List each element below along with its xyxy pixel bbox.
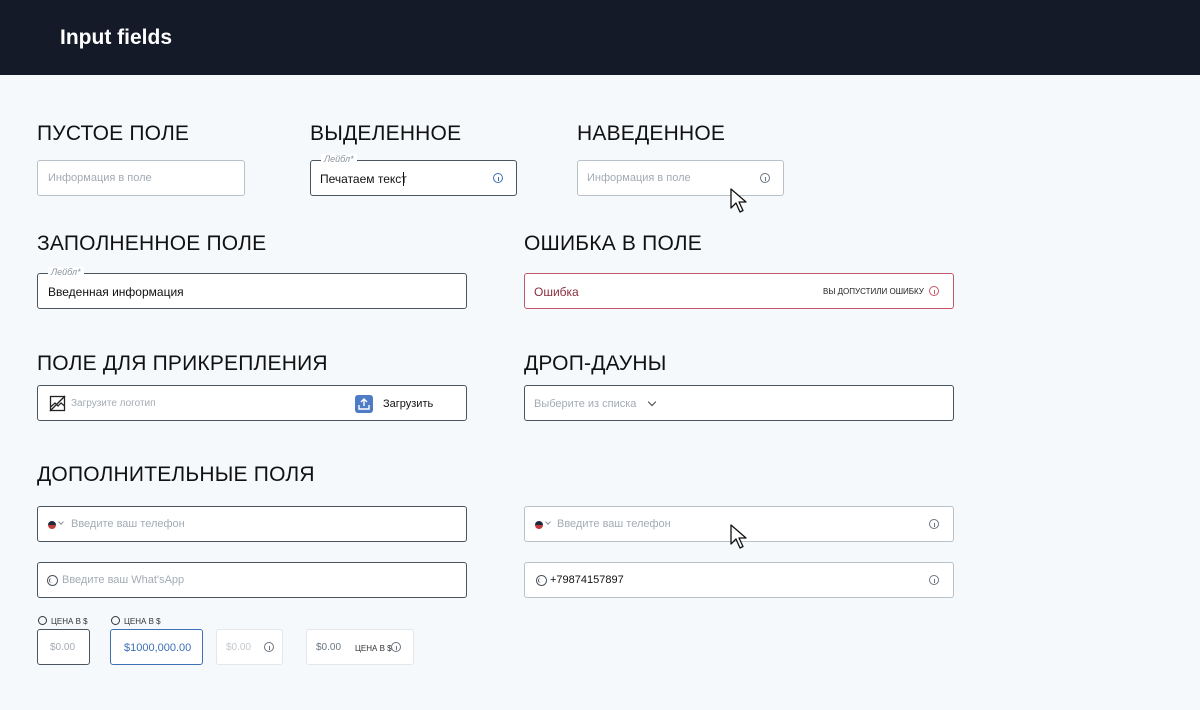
whatsapp-input-value: +79874157897 (550, 574, 624, 586)
price-placeholder: $0.00 (50, 642, 76, 653)
info-icon[interactable] (391, 642, 401, 652)
section-title-filled: ЗАПОЛНЕННОЕ ПОЛЕ (37, 232, 267, 255)
price-value: $1000,000.00 (124, 642, 192, 654)
error-info-icon[interactable] (929, 286, 939, 296)
phone-input-placeholder: Введите ваш телефон (71, 518, 185, 530)
attach-input-placeholder: Загрузите логотип (71, 398, 156, 409)
dropdown-select[interactable]: Выберите из списка (524, 385, 954, 421)
price-placeholder: $0.00 (316, 642, 342, 653)
filled-input-label: Лейбл* (48, 267, 84, 277)
mouse-pointer-icon (730, 524, 747, 549)
page-title: Input fields (60, 26, 172, 49)
phone-input[interactable]: Введите ваш телефон (37, 506, 467, 542)
section-title-hovered: НАВЕДЕННОЕ (577, 122, 726, 145)
error-input-value: Ошибка (534, 285, 579, 299)
chevron-down-icon[interactable] (647, 397, 657, 407)
no-image-icon (49, 395, 66, 412)
price-info-icon[interactable] (38, 616, 47, 625)
phone-input-placeholder: Введите ваш телефон (557, 518, 671, 530)
whatsapp-icon (536, 575, 547, 586)
hovered-input[interactable]: Информация в поле (577, 160, 784, 196)
upload-icon[interactable] (355, 395, 373, 413)
error-message: вы допустили ошибку (823, 287, 924, 296)
price-info-icon[interactable] (111, 616, 120, 625)
country-flag-icon[interactable] (48, 521, 56, 529)
chevron-down-icon[interactable] (58, 519, 64, 525)
error-input[interactable]: Ошибка вы допустили ошибку (524, 273, 954, 309)
empty-input-placeholder: Информация в поле (48, 172, 152, 184)
price-input-empty[interactable]: $0.00 (37, 629, 90, 665)
section-title-selected: ВЫДЕЛЕННОЕ (310, 122, 462, 145)
section-title-dropdowns: ДРОП-ДАУНЫ (524, 352, 667, 375)
info-icon[interactable] (264, 642, 274, 652)
page-header: Input fields (0, 0, 1200, 75)
whatsapp-input[interactable]: Введите ваш What'sApp (37, 562, 467, 598)
section-title-empty: ПУСТОЕ ПОЛЕ (37, 122, 190, 145)
section-title-extra: ДОПОЛНИТЕЛЬНЫЕ ПОЛЯ (37, 463, 315, 486)
mouse-pointer-icon (730, 188, 747, 213)
hovered-input-placeholder: Информация в поле (587, 172, 691, 184)
price-inline-caption: ЦЕНА В $ (355, 644, 392, 653)
section-title-attach: ПОЛЕ ДЛЯ ПРИКРЕПЛЕНИЯ (37, 352, 328, 375)
price-caption: ЦЕНА В $ (124, 617, 161, 626)
whatsapp-input-placeholder: Введите ваш What'sApp (62, 574, 185, 586)
selected-input[interactable]: Лейбл* Печатаем текст (310, 154, 517, 196)
whatsapp-icon (47, 575, 58, 586)
text-caret (403, 172, 404, 186)
info-icon[interactable] (760, 173, 770, 183)
chevron-down-icon[interactable] (545, 519, 551, 525)
filled-input[interactable]: Лейбл* Введенная информация (37, 267, 467, 309)
country-flag-icon[interactable] (535, 521, 543, 529)
price-input-filled[interactable]: $1000,000.00 (110, 629, 203, 665)
filled-input-value: Введенная информация (48, 285, 184, 299)
empty-input[interactable]: Информация в поле (37, 160, 245, 196)
section-title-error: ОШИБКА В ПОЛЕ (524, 232, 702, 255)
selected-input-value: Печатаем текст (320, 172, 407, 186)
selected-input-label: Лейбл* (321, 154, 357, 164)
info-icon[interactable] (493, 173, 503, 183)
price-input-disabled[interactable]: $0.00 (216, 629, 283, 665)
upload-button[interactable]: Загрузить (383, 398, 433, 410)
info-icon[interactable] (929, 519, 939, 529)
attach-input[interactable]: Загрузите логотип Загрузить (37, 385, 467, 421)
price-input-inline-label[interactable]: $0.00 ЦЕНА В $ (306, 629, 414, 665)
whatsapp-input-filled[interactable]: +79874157897 (524, 562, 954, 598)
price-caption: ЦЕНА В $ (51, 617, 88, 626)
dropdown-placeholder: Выберите из списка (534, 398, 637, 410)
info-icon[interactable] (929, 575, 939, 585)
price-placeholder: $0.00 (226, 642, 252, 653)
